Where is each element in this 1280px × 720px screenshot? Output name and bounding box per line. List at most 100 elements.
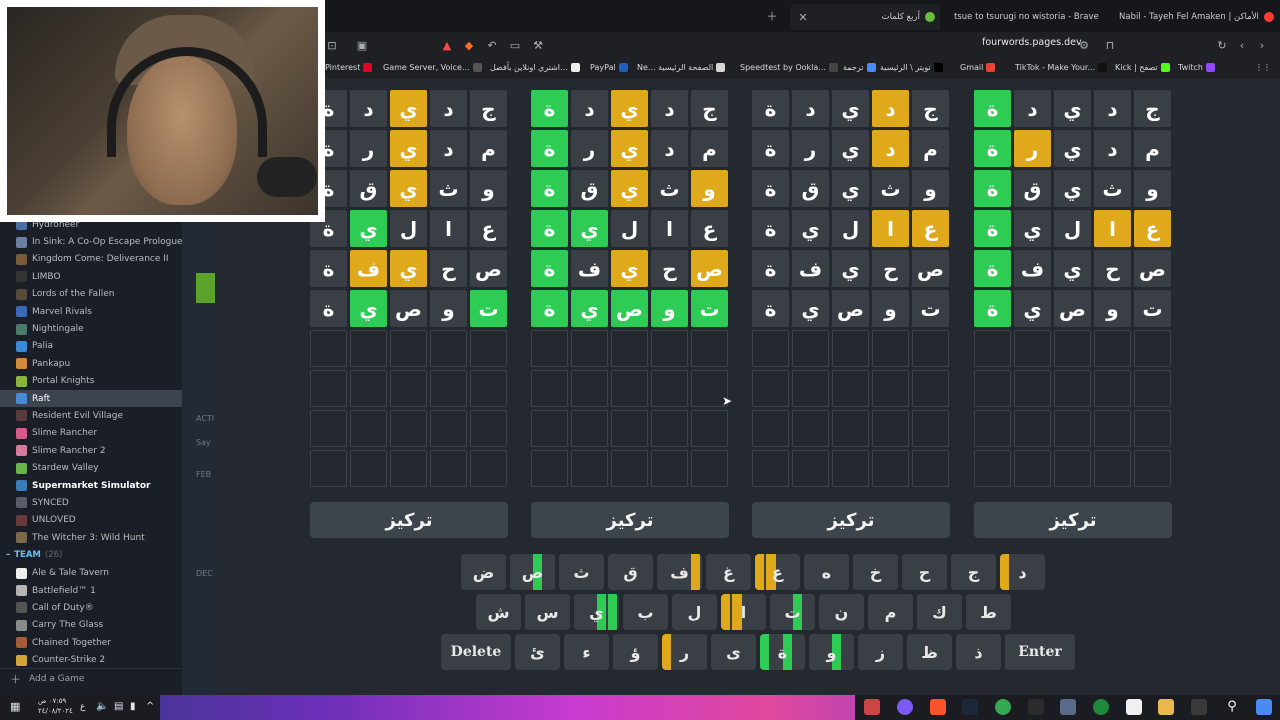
steam-game-item[interactable]: Palia [0,338,182,355]
steam-game-item[interactable]: Resident Evil Village [0,407,182,424]
window-icon[interactable]: ▭ [508,38,522,52]
close-tab-icon[interactable]: ✕ [796,10,810,24]
keyboard-key[interactable]: و [809,634,854,670]
microphone-icon[interactable]: ▮ [130,701,136,712]
upwork-icon[interactable] [1093,699,1109,715]
keyboard-key[interactable]: ئ [515,634,560,670]
keyboard-key[interactable]: ر [662,634,707,670]
clock-date[interactable]: ٢٤/٠٨/٢٠٢٤ [38,707,73,715]
keyboard-key[interactable]: ع [755,554,800,590]
undo-icon[interactable]: ↶ [485,38,499,52]
keyboard-key[interactable]: ض [461,554,506,590]
keyboard-key[interactable]: خ [853,554,898,590]
xbox-icon[interactable] [1028,699,1044,715]
bookmark-item[interactable]: Pinterest [325,58,375,76]
keyboard-key[interactable]: د [1000,554,1045,590]
keyboard-key[interactable]: ل [672,594,717,630]
key-delete[interactable]: Delete [441,634,511,670]
keyboard-key[interactable]: ص [510,554,555,590]
steam-game-item[interactable]: Portal Knights [0,373,182,390]
steam-icon[interactable] [962,699,978,715]
url-field[interactable]: fourwords.pages.dev [982,37,1082,48]
steam-game-item[interactable]: Counter-Strike 2 [0,651,182,668]
keyboard-key[interactable]: ه [804,554,849,590]
team-collection-header[interactable]: – TEAM (26) [0,546,182,564]
bookmark-item[interactable]: ترجمة [843,58,879,76]
keyboard-key[interactable]: ك [917,594,962,630]
bookmark-item[interactable]: PayPal [590,58,631,76]
focus-button[interactable]: تركيز [310,502,508,538]
brave-shield-icon[interactable]: ◆ [462,38,476,52]
start-icon[interactable] [1256,699,1272,715]
steam-game-item[interactable]: Marvel Rivals [0,303,182,320]
alert-icon[interactable]: ▲ [440,38,454,52]
store-icon[interactable] [1126,699,1142,715]
steam-game-item[interactable]: Slime Rancher 2 [0,442,182,459]
app-icon[interactable] [864,699,880,715]
keyboard-key[interactable]: غ [706,554,751,590]
keyboard-key[interactable]: ي [574,594,619,630]
bookmark-item[interactable]: Twitch [1178,58,1218,76]
network-icon[interactable]: ▤ [114,701,123,712]
screenshot-icon[interactable]: ▣ [355,38,369,52]
keyboard-key[interactable]: ء [564,634,609,670]
forward-icon[interactable]: › [1255,38,1269,52]
steam-game-item[interactable]: Ale & Tale Tavern [0,564,182,581]
focus-button[interactable]: تركيز [752,502,950,538]
task-view-icon[interactable] [1191,699,1207,715]
keyboard-key[interactable]: م [868,594,913,630]
steam-play-button[interactable] [196,273,215,303]
keyboard-key[interactable]: ح [902,554,947,590]
steam-game-item[interactable]: Lords of the Fallen [0,286,182,303]
steam-game-item[interactable]: Kingdom Come: Deliverance II [0,251,182,268]
bookmark-item[interactable]: Kick | تصفح [1115,58,1173,76]
steam-game-item[interactable]: In Sink: A Co-Op Escape Prologue [0,233,182,250]
keyboard-key[interactable]: ق [608,554,653,590]
search-icon[interactable]: ⚲ [1224,699,1240,715]
keyboard-key[interactable]: ن [819,594,864,630]
keyboard-key[interactable]: ش [476,594,521,630]
tools-icon[interactable]: ⚒ [531,38,545,52]
tab-fourwords[interactable]: ✕ أربع كلمات [790,4,940,30]
steam-game-item[interactable]: SYNCED [0,494,182,511]
speaker-icon[interactable]: 🔈 [96,701,108,712]
back-icon[interactable]: ‹ [1235,38,1249,52]
page-icon[interactable]: ⊡ [325,38,339,52]
keyboard-key[interactable]: ث [559,554,604,590]
discord-icon[interactable] [897,699,913,715]
keyboard-key[interactable]: ة [760,634,805,670]
keyboard-key[interactable]: ف [657,554,702,590]
focus-button[interactable]: تركيز [974,502,1172,538]
notification-icon[interactable]: ▦ [10,700,20,713]
bookmark-item[interactable]: اشتري اونلاين بأفضل... [490,58,583,76]
focus-button[interactable]: تركيز [531,502,729,538]
steam-game-item[interactable]: Battlefield™ 1 [0,582,182,599]
tab-youtube[interactable]: Nabil - Tayeh Fel Amaken | الأماكن [1115,4,1275,30]
steam-game-item[interactable]: LIMBO [0,268,182,285]
steam-game-item[interactable]: Supermarket Simulator [0,477,182,494]
chrome-icon[interactable] [995,699,1011,715]
new-tab-icon[interactable]: ＋ [765,9,779,23]
reload-icon[interactable]: ↻ [1215,38,1229,52]
steam-game-item[interactable]: Stardew Valley [0,459,182,476]
steam-game-item[interactable]: Carry The Glass [0,617,182,634]
bookmark-item[interactable]: Speedtest by Ookla... [740,58,841,76]
clock-time[interactable]: ٠٧:٥٩ ص [38,697,66,705]
keyboard-key[interactable]: ا [721,594,766,630]
bookmark-icon[interactable]: ⊓ [1103,38,1117,52]
steam-game-item[interactable]: Slime Rancher [0,425,182,442]
key-enter[interactable]: Enter [1005,634,1075,670]
steam-game-item[interactable]: UNLOVED [0,512,182,529]
bookmarks-overflow-icon[interactable]: ⋮⋮ [1255,58,1271,76]
steam-game-item[interactable]: Chained Together [0,634,182,651]
bookmark-item[interactable]: تويتر \ الرئيسية [880,58,946,76]
brave-icon[interactable] [930,699,946,715]
bookmark-item[interactable]: Gmail [960,58,998,76]
steam-game-item[interactable]: Pankapu [0,355,182,372]
keyboard-key[interactable]: ب [623,594,668,630]
steam-game-item[interactable]: Call of Duty® [0,599,182,616]
steam-game-item[interactable]: Raft [0,389,182,408]
bookmark-item[interactable]: Ne... الصفحة الرئيسية [637,58,728,76]
bookmark-item[interactable]: TikTok - Make Your... [1015,58,1110,76]
keyboard-key[interactable]: ج [951,554,996,590]
